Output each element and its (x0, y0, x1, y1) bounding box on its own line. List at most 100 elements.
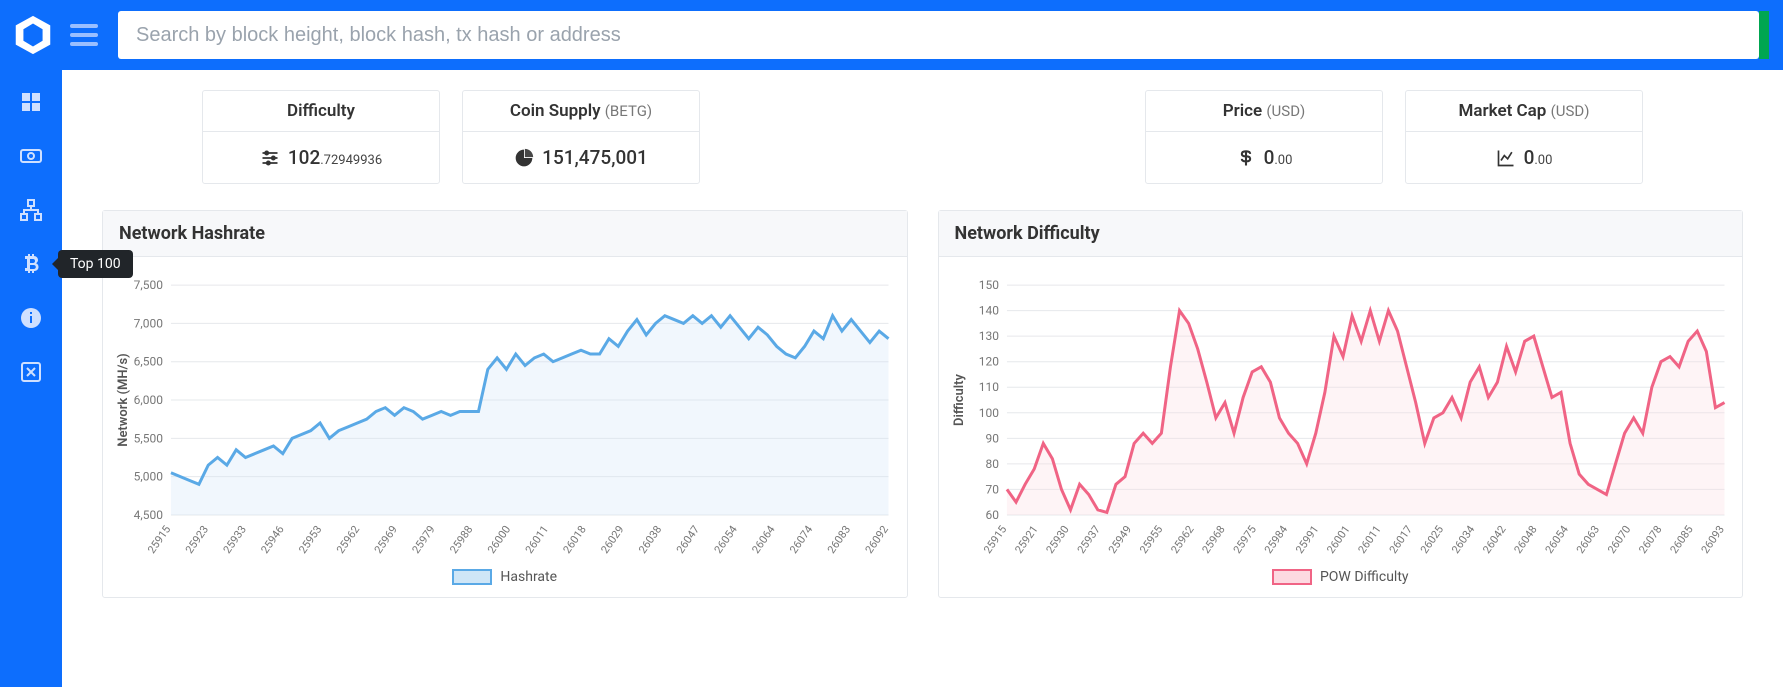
brand-logo-icon[interactable] (10, 12, 56, 58)
svg-text:25979: 25979 (409, 523, 437, 556)
svg-text:26093: 26093 (1698, 523, 1726, 556)
mcap-dec: .00 (1534, 153, 1552, 168)
bitcoin-icon[interactable]: Top 100 (12, 248, 50, 280)
card-price-sub: (USD) (1266, 102, 1305, 120)
svg-text:25921: 25921 (1012, 523, 1040, 556)
svg-text:26017: 26017 (1386, 523, 1414, 556)
difficulty-int: 102 (288, 146, 320, 169)
svg-text:140: 140 (978, 304, 998, 318)
svg-text:26054: 26054 (1542, 523, 1570, 556)
svg-text:100: 100 (978, 406, 998, 420)
svg-text:25923: 25923 (183, 523, 211, 556)
chart-difficulty: Network Difficulty 60 70 80 90 100 110 120 130 1… (938, 210, 1744, 598)
svg-text:6,500: 6,500 (134, 355, 164, 369)
card-mcap-title: Market Cap (1459, 101, 1551, 121)
main-content: Difficulty 102.72949936 Coin Supply (BET… (62, 70, 1783, 687)
line-chart-icon (1496, 148, 1516, 168)
card-price: Price (USD) 0.00 (1145, 90, 1383, 184)
card-supply-title: Coin Supply (510, 101, 605, 121)
svg-text:130: 130 (978, 329, 998, 343)
legend-box-icon (1272, 569, 1312, 585)
card-mcap-sub: (USD) (1551, 102, 1590, 120)
svg-text:25937: 25937 (1074, 523, 1102, 556)
legend-box-icon (452, 569, 492, 585)
network-icon[interactable] (12, 194, 50, 226)
svg-text:6,000: 6,000 (134, 393, 164, 407)
svg-text:26047: 26047 (674, 523, 702, 556)
svg-text:150: 150 (978, 278, 998, 292)
svg-text:70: 70 (985, 482, 999, 496)
svg-text:26034: 26034 (1449, 523, 1477, 556)
svg-text:90: 90 (985, 431, 999, 445)
chart-hashrate-svg: 4,500 5,000 5,500 6,000 6,500 7,000 7,500 25915… (111, 275, 899, 565)
svg-text:7,500: 7,500 (134, 278, 164, 292)
legend-hashrate-label: Hashrate (500, 569, 557, 585)
dollar-icon (1236, 148, 1256, 168)
price-dec: .00 (1274, 153, 1292, 168)
svg-text:26054: 26054 (712, 523, 740, 556)
pie-chart-icon (514, 148, 534, 168)
svg-text:26011: 26011 (1355, 523, 1383, 556)
svg-text:25946: 25946 (258, 523, 286, 556)
svg-text:25962: 25962 (334, 523, 362, 556)
svg-text:25915: 25915 (981, 523, 1009, 556)
mcap-int: 0 (1524, 146, 1535, 169)
svg-text:25991: 25991 (1293, 523, 1321, 556)
svg-text:26070: 26070 (1605, 523, 1633, 556)
card-supply: Coin Supply (BETG) 151,475,001 (462, 90, 700, 184)
price-int: 0 (1264, 146, 1275, 169)
svg-text:26048: 26048 (1511, 523, 1539, 556)
svg-text:26001: 26001 (1324, 523, 1352, 556)
svg-text:Difficulty: Difficulty (951, 374, 966, 426)
svg-text:25968: 25968 (1199, 523, 1227, 556)
svg-text:26092: 26092 (863, 523, 891, 556)
menu-toggle-icon[interactable] (70, 24, 98, 46)
card-supply-sub: (BETG) (605, 102, 652, 120)
svg-text:26083: 26083 (825, 523, 853, 556)
svg-text:4,500: 4,500 (134, 508, 164, 522)
info-icon[interactable] (12, 302, 50, 334)
chart-hashrate-legend: Hashrate (111, 569, 899, 585)
svg-text:26025: 26025 (1417, 523, 1445, 556)
svg-text:25969: 25969 (372, 523, 400, 556)
stats-row: Difficulty 102.72949936 Coin Supply (BET… (202, 90, 1643, 184)
search-submit-button[interactable] (1759, 11, 1769, 59)
svg-text:110: 110 (978, 380, 998, 394)
svg-text:26063: 26063 (1573, 523, 1601, 556)
svg-text:25953: 25953 (296, 523, 324, 556)
sidebar: Top 100 (0, 70, 62, 687)
svg-text:25949: 25949 (1105, 523, 1133, 556)
svg-text:7,000: 7,000 (134, 316, 164, 330)
svg-text:25915: 25915 (145, 523, 173, 556)
svg-text:120: 120 (978, 355, 998, 369)
svg-text:26085: 26085 (1667, 523, 1695, 556)
close-box-icon[interactable] (12, 356, 50, 388)
search-input[interactable] (118, 11, 1759, 59)
chart-difficulty-svg: 60 70 80 90 100 110 120 130 140 150 2591525921 2593… (947, 275, 1735, 565)
svg-text:80: 80 (985, 457, 999, 471)
difficulty-dec: .72949936 (320, 153, 382, 168)
chart-difficulty-title: Network Difficulty (939, 211, 1743, 257)
svg-text:26074: 26074 (787, 523, 815, 556)
money-icon[interactable] (12, 140, 50, 172)
blocks-icon[interactable] (12, 86, 50, 118)
card-price-title: Price (1223, 101, 1267, 121)
svg-text:60: 60 (985, 508, 999, 522)
svg-text:25933: 25933 (221, 523, 249, 556)
chart-difficulty-legend: POW Difficulty (947, 569, 1735, 585)
card-mcap: Market Cap (USD) 0.00 (1405, 90, 1643, 184)
svg-text:Network (MH/s): Network (MH/s) (116, 353, 131, 446)
svg-text:26018: 26018 (560, 523, 588, 556)
top-bar (0, 0, 1783, 70)
charts-row: Network Hashrate 4,5005,0005,5006,0006,5… (102, 210, 1743, 598)
tooltip-top100: Top 100 (58, 250, 133, 278)
supply-value: 151,475,001 (542, 146, 648, 169)
legend-difficulty-label: POW Difficulty (1320, 569, 1409, 585)
svg-text:25988: 25988 (447, 523, 475, 556)
svg-text:26042: 26042 (1480, 523, 1508, 556)
svg-text:5,000: 5,000 (134, 470, 164, 484)
svg-text:5,500: 5,500 (134, 431, 164, 445)
svg-text:25955: 25955 (1137, 523, 1165, 556)
svg-text:26011: 26011 (523, 523, 551, 556)
svg-text:26038: 26038 (636, 523, 664, 556)
